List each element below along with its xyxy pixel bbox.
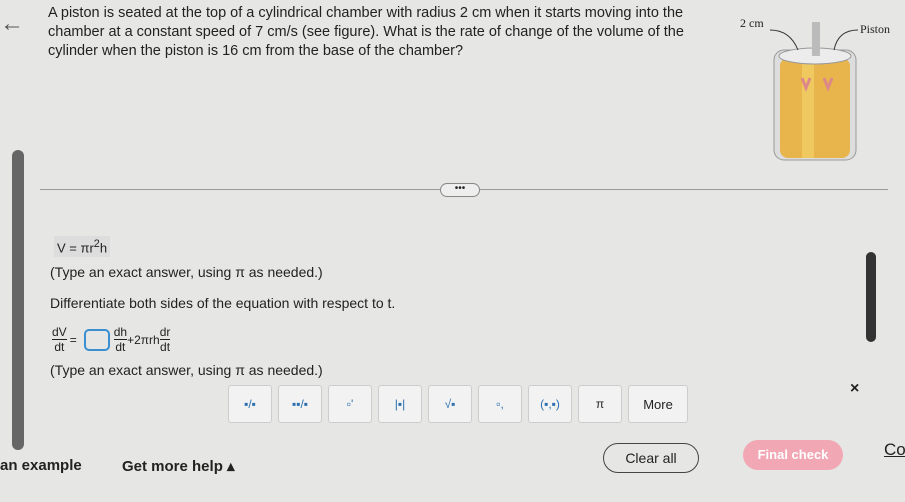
hint-text-2: (Type an exact answer, using π as needed… [50,362,323,378]
get-more-help-link[interactable]: Get more help ▴ [122,457,235,475]
math-toolbar: ▪/▪ ▪▪/▪ ▫' |▪| √▪ ▫, (▪,▪) π More [228,385,688,423]
formula-rhs: h [99,240,108,256]
close-icon[interactable]: × [850,380,859,398]
dh-dt-fraction: dh dt [113,325,128,354]
subscript-button[interactable]: ▫, [478,385,522,423]
final-check-button[interactable]: Final check [743,440,843,470]
hint-text-1: (Type an exact answer, using π as needed… [50,264,323,280]
piston-label: Piston [860,22,891,36]
instruction-text: Differentiate both sides of the equation… [50,295,396,311]
ordered-pair-button[interactable]: (▪,▪) [528,385,572,423]
radius-label: 2 cm [740,16,764,30]
back-arrow-icon[interactable]: ← [0,10,24,38]
absolute-value-button[interactable]: |▪| [378,385,422,423]
question-text: A piston is seated at the top of a cylin… [48,5,684,59]
expand-button[interactable]: ••• [440,183,480,197]
fraction-button[interactable]: ▪/▪ [228,385,272,423]
derivative-equation: dV dt = dh dt +2πrh dr dt [52,325,171,354]
volume-formula: V = πr2h [54,236,111,258]
exponent-button[interactable]: ▫' [328,385,372,423]
right-scrollbar[interactable] [866,252,876,342]
mixed-number-button[interactable]: ▪▪/▪ [278,385,322,423]
answer-input[interactable] [83,328,110,351]
piston-figure: 2 cm Piston [740,10,900,165]
sqrt-button[interactable]: √▪ [428,385,472,423]
dv-dt-fraction: dV dt [52,325,67,354]
left-scrollbar[interactable] [12,150,24,450]
equals-sign: = [69,332,77,347]
clear-all-button[interactable]: Clear all [603,443,699,473]
view-example-link[interactable]: an example [0,457,82,474]
dr-dt-fraction: dr dt [159,325,171,354]
more-button[interactable]: More [628,385,688,423]
continue-link[interactable]: Co [884,440,905,460]
formula-lhs: V = πr [57,240,94,256]
plus-term: +2πrh [127,332,160,347]
pi-button[interactable]: π [578,385,622,423]
